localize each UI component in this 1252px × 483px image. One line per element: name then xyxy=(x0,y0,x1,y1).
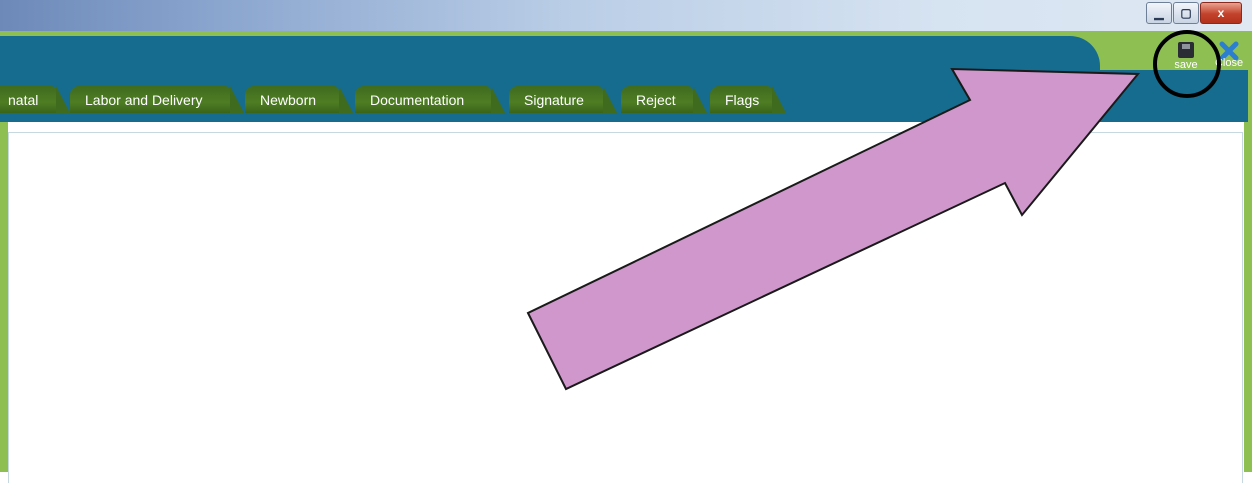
arrow-shape xyxy=(526,67,1141,391)
annotation-arrow xyxy=(526,67,1141,391)
